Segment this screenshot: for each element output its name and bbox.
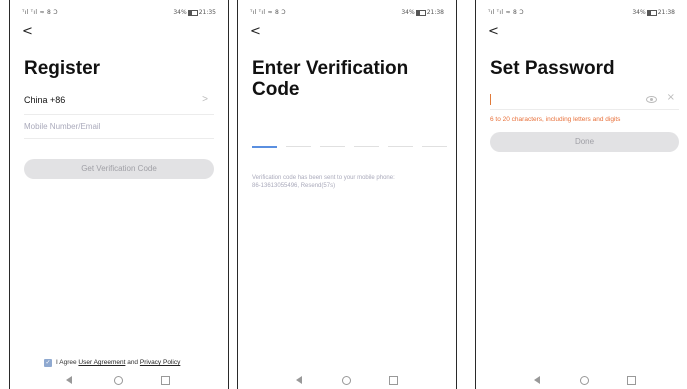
- battery-icon: [415, 9, 426, 16]
- user-agreement-link[interactable]: User Agreement: [78, 359, 125, 366]
- status-right: 34% 21:35: [173, 9, 216, 16]
- page-title: Set Password: [490, 58, 615, 79]
- signal-indicators: ᵀıl ᵀıl ≈ 8 Ɔ: [488, 9, 524, 16]
- back-arrow-icon[interactable]: <: [488, 24, 499, 39]
- nav-home-icon[interactable]: [114, 376, 123, 385]
- nav-home-icon[interactable]: [342, 376, 351, 385]
- close-icon[interactable]: ×: [667, 92, 675, 103]
- nav-bar: [238, 376, 456, 388]
- mobile-input[interactable]: Mobile Number/Email: [24, 118, 214, 139]
- get-verification-code-button[interactable]: Get Verification Code: [24, 159, 214, 179]
- privacy-policy-link[interactable]: Privacy Policy: [140, 359, 180, 366]
- back-arrow-icon[interactable]: <: [22, 24, 33, 39]
- code-digit-slot[interactable]: [354, 146, 379, 147]
- status-right: 34% 21:38: [401, 9, 444, 16]
- info-line-2[interactable]: 86-13613055496, Resend(57s): [252, 182, 444, 190]
- checkbox-icon[interactable]: ✓: [44, 359, 52, 367]
- status-bar: ᵀıl ᵀıl ≈ 8 Ɔ 34% 21:35: [22, 9, 216, 19]
- code-digit-slot[interactable]: [388, 146, 413, 147]
- code-input[interactable]: [252, 146, 447, 148]
- page-title: Register: [24, 58, 101, 79]
- back-arrow-icon[interactable]: <: [250, 24, 261, 39]
- password-hint: 6 to 20 characters, including letters an…: [490, 116, 621, 123]
- clock: 21:35: [198, 9, 216, 16]
- country-selector[interactable]: China +86 >: [24, 92, 214, 115]
- battery-percent: 34%: [173, 9, 187, 16]
- title-line-1: Enter Verification: [252, 58, 409, 79]
- code-digit-slot[interactable]: [422, 146, 447, 147]
- code-digit-slot[interactable]: [286, 146, 311, 147]
- nav-back-icon[interactable]: [534, 376, 540, 384]
- verification-screen: ᵀıl ᵀıl ≈ 8 Ɔ 34% 21:38 < Enter Verificat…: [237, 0, 457, 389]
- done-button[interactable]: Done: [490, 132, 679, 152]
- status-right: 34% 21:38: [632, 9, 675, 16]
- nav-recent-icon[interactable]: [627, 376, 636, 385]
- country-code: China +86: [24, 95, 66, 105]
- battery-percent: 34%: [401, 9, 415, 16]
- nav-back-icon[interactable]: [296, 376, 302, 384]
- register-screen: ᵀıl ᵀıl ≈ 8 Ɔ 34% 21:35 < Register China …: [9, 0, 229, 389]
- password-screen: ᵀıl ᵀıl ≈ 8 Ɔ 34% 21:38 < Set Password × …: [475, 0, 687, 389]
- password-input[interactable]: ×: [490, 92, 679, 110]
- clock: 21:38: [426, 9, 444, 16]
- clock: 21:38: [657, 9, 675, 16]
- agreement-text: I Agree User Agreement and Privacy Polic…: [56, 359, 180, 367]
- nav-back-icon[interactable]: [66, 376, 72, 384]
- verification-info: Verification code has been sent to your …: [252, 174, 444, 190]
- code-digit-slot[interactable]: [320, 146, 345, 147]
- page-title: Enter Verification Code: [252, 58, 408, 100]
- battery-icon: [187, 9, 198, 16]
- nav-recent-icon[interactable]: [161, 376, 170, 385]
- nav-bar: [10, 376, 228, 388]
- eye-icon[interactable]: [646, 96, 657, 103]
- signal-indicators: ᵀıl ᵀıl ≈ 8 Ɔ: [250, 9, 286, 16]
- battery-percent: 34%: [632, 9, 646, 16]
- nav-home-icon[interactable]: [580, 376, 589, 385]
- info-line-1: Verification code has been sent to your …: [252, 175, 395, 181]
- signal-indicators: ᵀıl ᵀıl ≈ 8 Ɔ: [22, 9, 58, 16]
- text-caret: [490, 94, 491, 105]
- nav-bar: [476, 376, 687, 388]
- title-line-2: Code: [252, 79, 300, 100]
- code-digit-slot[interactable]: [252, 146, 277, 148]
- chevron-right-icon: >: [202, 94, 208, 105]
- nav-recent-icon[interactable]: [389, 376, 398, 385]
- and-text: and: [127, 359, 139, 366]
- status-bar: ᵀıl ᵀıl ≈ 8 Ɔ 34% 21:38: [488, 9, 675, 19]
- agree-prefix: I Agree: [56, 359, 77, 366]
- battery-icon: [646, 9, 657, 16]
- status-bar: ᵀıl ᵀıl ≈ 8 Ɔ 34% 21:38: [250, 9, 444, 19]
